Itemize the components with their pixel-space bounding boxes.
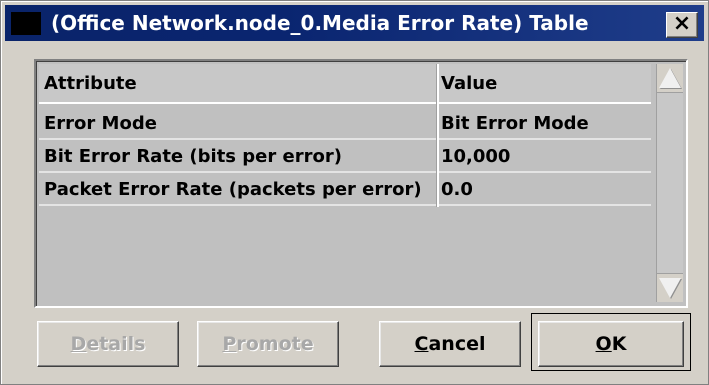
ok-button[interactable]: OK	[538, 321, 684, 367]
scroll-down-button[interactable]	[657, 274, 683, 302]
table-row[interactable]: Packet Error Rate (packets per error) 0.…	[39, 174, 651, 206]
scroll-up-button[interactable]	[657, 64, 683, 92]
cancel-button[interactable]: Cancel	[379, 321, 521, 367]
cancel-mnemonic: C	[414, 333, 429, 355]
promote-button[interactable]: Promote	[197, 321, 339, 367]
cell-attribute[interactable]: Packet Error Rate (packets per error)	[44, 174, 436, 204]
column-divider[interactable]	[437, 64, 439, 207]
scroll-down-arrow-icon	[659, 278, 681, 298]
app-window-icon	[11, 12, 41, 35]
table-grid: Attribute Value Error Mode Bit Error Mod…	[39, 64, 651, 302]
cell-value[interactable]: Bit Error Mode	[441, 108, 646, 138]
details-label: etails	[86, 333, 146, 355]
details-button[interactable]: Details	[37, 321, 179, 367]
window-title: (Office Network.node_0.Media Error Rate)…	[51, 11, 589, 35]
ok-mnemonic: O	[595, 333, 612, 355]
column-header-attribute[interactable]: Attribute	[44, 64, 436, 102]
cell-value[interactable]: 10,000	[441, 141, 646, 171]
dialog-window: (Office Network.node_0.Media Error Rate)…	[0, 0, 709, 385]
table-header-row: Attribute Value	[39, 64, 651, 104]
promote-label: romote	[236, 333, 314, 355]
details-mnemonic: D	[70, 333, 87, 355]
table-row[interactable]: Bit Error Rate (bits per error) 10,000	[39, 141, 651, 173]
scroll-track[interactable]	[657, 92, 683, 274]
title-bar[interactable]: (Office Network.node_0.Media Error Rate)…	[5, 5, 704, 41]
column-header-value[interactable]: Value	[441, 64, 646, 102]
ok-label: K	[611, 333, 627, 355]
cell-attribute[interactable]: Error Mode	[44, 108, 436, 138]
cell-value[interactable]: 0.0	[441, 174, 646, 204]
table-row[interactable]: Error Mode Bit Error Mode	[39, 108, 651, 140]
cancel-label: ancel	[428, 333, 486, 355]
promote-mnemonic: P	[222, 333, 237, 355]
scroll-up-arrow-icon	[659, 68, 681, 88]
attribute-table: Attribute Value Error Mode Bit Error Mod…	[34, 59, 688, 308]
close-icon: ×	[672, 11, 692, 36]
cell-attribute[interactable]: Bit Error Rate (bits per error)	[44, 141, 436, 171]
vertical-scrollbar[interactable]	[656, 64, 683, 302]
close-button[interactable]: ×	[666, 12, 698, 38]
